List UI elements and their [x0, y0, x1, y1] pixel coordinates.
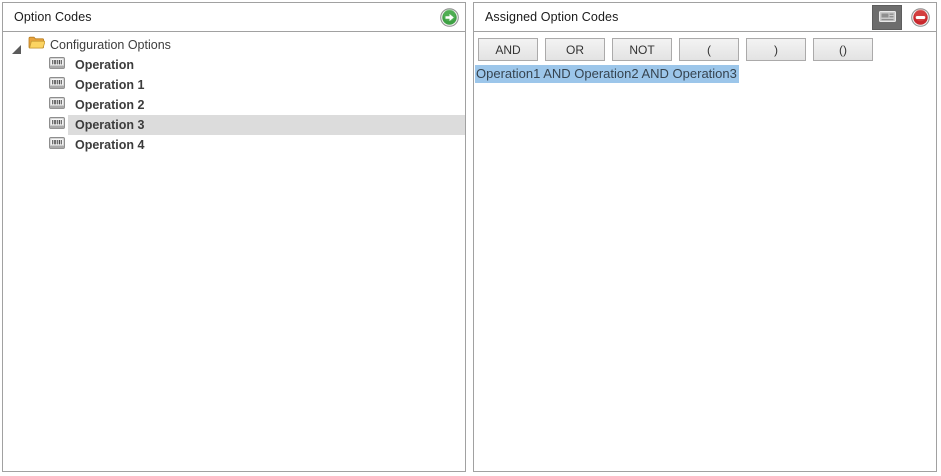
option-codes-tree: Configuration Options OperationOperation…: [3, 32, 465, 155]
tree-item-operation[interactable]: Operation: [3, 55, 465, 75]
operator-button-open-paren[interactable]: (: [679, 38, 739, 61]
operator-button-close-paren[interactable]: ): [746, 38, 806, 61]
remove-option-code-button[interactable]: [911, 8, 930, 27]
expression-editor-toggle-button[interactable]: [872, 5, 902, 30]
assign-option-code-button[interactable]: [440, 8, 459, 27]
tree-item-label[interactable]: Operation 1: [68, 75, 465, 95]
green-arrow-right-icon: [440, 8, 459, 27]
assigned-option-codes-panel: Assigned Option Codes: [473, 2, 937, 472]
tree-item-operation-3[interactable]: Operation 3: [3, 115, 465, 135]
barcode-icon: [49, 56, 65, 74]
operator-button-or[interactable]: OR: [545, 38, 605, 61]
operator-button-not[interactable]: NOT: [612, 38, 672, 61]
option-codes-panel: Option Codes: [2, 2, 466, 472]
assigned-expression-text[interactable]: Operation1 AND Operation2 AND Operation3: [475, 65, 739, 83]
option-codes-title: Option Codes: [14, 10, 440, 24]
tree-item-operation-1[interactable]: Operation 1: [3, 75, 465, 95]
operator-toolbar: AND OR NOT () (): [478, 38, 936, 61]
option-codes-dialog: Option Codes: [0, 0, 941, 476]
keyboard-icon: [879, 10, 896, 25]
operator-button-and[interactable]: AND: [478, 38, 538, 61]
tree-item-label[interactable]: Operation 3: [68, 115, 465, 135]
red-minus-icon: [911, 8, 930, 27]
barcode-icon: [49, 136, 65, 154]
barcode-icon: [49, 76, 65, 94]
expanded-triangle-icon[interactable]: [12, 41, 21, 50]
tree-root-label: Configuration Options: [50, 38, 171, 52]
assigned-option-codes-title: Assigned Option Codes: [485, 10, 872, 24]
option-codes-header: Option Codes: [3, 3, 465, 32]
assigned-option-codes-header: Assigned Option Codes: [474, 3, 936, 32]
expression-line[interactable]: Operation1 AND Operation2 AND Operation3: [475, 65, 936, 82]
tree-items-container: OperationOperation 1Operation 2Operation…: [3, 55, 465, 155]
tree-root-configuration-options[interactable]: Configuration Options: [3, 35, 465, 55]
tree-item-operation-2[interactable]: Operation 2: [3, 95, 465, 115]
tree-item-operation-4[interactable]: Operation 4: [3, 135, 465, 155]
tree-item-label[interactable]: Operation: [68, 55, 465, 75]
tree-item-label[interactable]: Operation 2: [68, 95, 465, 115]
barcode-icon: [49, 96, 65, 114]
barcode-icon: [49, 116, 65, 134]
tree-item-label[interactable]: Operation 4: [68, 135, 465, 155]
operator-button-open-parenclose-paren[interactable]: (): [813, 38, 873, 61]
folder-icon: [28, 36, 45, 54]
